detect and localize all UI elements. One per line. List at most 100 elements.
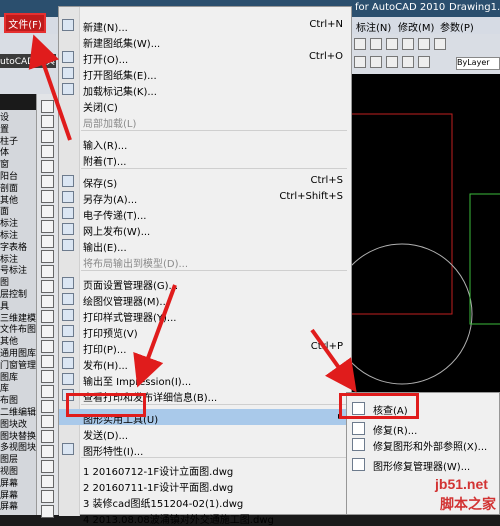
draw-tool-icon[interactable] [41,385,54,398]
draw-tool-icon[interactable] [41,220,54,233]
draw-tool-icon[interactable] [41,430,54,443]
file-menu-item[interactable]: 打开图纸集(E)... [59,65,351,82]
menu-item-label: 将布局输出到模型(D)... [83,259,189,270]
file-menu-item[interactable]: 保存(S) Ctrl+S [59,173,351,190]
file-menu-item[interactable]: 发布(H)... [59,355,351,372]
file-menu-item[interactable]: 2 20160711-1F设计平面图.dwg [59,477,351,494]
draw-tool-icon[interactable] [41,130,54,143]
submenu-item[interactable]: 修复图形和外部参照(X)... [347,435,499,453]
menu-separator [81,168,347,169]
file-menu-item[interactable]: 打印(P)... Ctrl+P [59,339,351,356]
draw-tool-icon[interactable] [41,460,54,473]
file-menu-item[interactable]: 输出至 Impression(I)... [59,371,351,388]
file-menu-item[interactable]: 页面设置管理器(G)... [59,275,351,292]
file-menu-item[interactable]: 电子传递(T)... [59,205,351,222]
bulb-icon[interactable] [370,56,382,68]
draw-tool-icon[interactable] [41,370,54,383]
bylayer-dropdown[interactable]: ByLayer [456,57,500,70]
plot-style-icon [62,309,74,321]
file-menu-item[interactable]: 附着(T)... [59,151,351,168]
menu-draw[interactable]: 标注(N) [356,19,391,34]
file-menu-item[interactable]: 绘图仪管理器(M)... [59,291,351,308]
menu-item-label: 保存(S) [83,179,118,190]
draw-tool-icon[interactable] [41,475,54,488]
workspace-text: utoCAD 经典 [0,57,55,67]
file-menu-item[interactable]: 3 装修cad图纸151204-02(1).dwg [59,493,351,510]
file-menu-item[interactable]: 网上发布(W)... [59,221,351,238]
toolbar-icon[interactable] [418,38,430,50]
etransmit-icon [62,207,74,219]
menu-item-label: 局部加载(L) [83,119,137,130]
menu-item-label: 网上发布(W)... [83,227,151,238]
file-menu-item: 将布局输出到模型(D)... [59,253,351,270]
menu-modify[interactable]: 参数(P) [440,19,474,34]
recovery-manager-icon [352,458,365,471]
file-menu-item[interactable]: 发送(D)... [59,425,351,442]
toolbar-icon[interactable] [386,38,398,50]
file-menu-item[interactable]: 新建图纸集(W)... [59,33,351,50]
draw-tool-icon[interactable] [41,265,54,278]
impression-icon [62,373,74,385]
menu-item-label: 2 20160711-1F设计平面图.dwg [83,483,234,494]
file-menu-item[interactable]: 打开(O)... Ctrl+O [59,49,351,66]
draw-tool-icon[interactable] [41,250,54,263]
toolbar-icon[interactable] [354,38,366,50]
file-menu-item[interactable]: 另存为(A)... Ctrl+Shift+S [59,189,351,206]
file-menu-item[interactable]: 4 2013.08.08波涌镇对外交通施工图.dwg [59,509,351,526]
file-menu-item[interactable]: 输入(R)... [59,135,351,152]
draw-tool-icon[interactable] [41,190,54,203]
draw-tool-icon[interactable] [41,235,54,248]
color-icon[interactable] [418,56,430,68]
watermark-domain: jb51.net [435,476,488,492]
draw-tool-icon[interactable] [41,355,54,368]
draw-tool-icon[interactable] [41,400,54,413]
file-menu-item[interactable]: 1 20160712-1F设计立面图.dwg [59,461,351,478]
draw-tool-icon[interactable] [41,340,54,353]
new-icon [62,19,74,31]
draw-tool-icon[interactable] [41,445,54,458]
draw-tool-icon[interactable] [41,415,54,428]
submenu-item[interactable]: 图形修复管理器(W)... [347,455,499,473]
watermark-name: 脚本之家 [440,496,496,512]
layer-icon[interactable] [354,56,366,68]
draw-tool-icon[interactable] [41,100,54,113]
menu-separator [81,270,347,271]
sun-icon[interactable] [386,56,398,68]
menu-separator [81,130,347,131]
bylayer-text: ByLayer [457,58,490,67]
draw-tool-icon[interactable] [41,175,54,188]
draw-tool-icon[interactable] [41,280,54,293]
draw-tool-icon[interactable] [41,145,54,158]
publish-web-icon [62,223,74,235]
draw-tool-icon[interactable] [41,205,54,218]
menu-item-label: 输出(E)... [83,243,127,254]
tool-palette: 设置柱子体窗阳台 剖面 其他面标注 标注 字表格 标注 号标注图层控制具三维建模 文件布图 其他… [0,110,36,515]
toolbar-icon[interactable] [434,38,446,50]
file-menu-item[interactable]: 打印预览(V) [59,323,351,340]
lock-icon[interactable] [402,56,414,68]
print-icon [62,341,74,353]
file-menu-item[interactable]: 新建(N)... Ctrl+N [59,17,351,34]
menu-item-label: 新建(N)... [83,23,128,34]
draw-tool-icon[interactable] [41,160,54,173]
file-menu-item[interactable]: 输出(E)... [59,237,351,254]
file-menu-item[interactable]: 加载标记集(K)... [59,81,351,98]
toolbar-icon[interactable] [402,38,414,50]
draw-tool-icon[interactable] [41,505,54,518]
draw-tool-icon[interactable] [41,115,54,128]
menu-item-label: 输出至 Impression(I)... [83,377,192,388]
draw-tool-icon[interactable] [41,325,54,338]
draw-tool-icon[interactable] [41,490,54,503]
file-menu-item[interactable]: 打印样式管理器(Y)... [59,307,351,324]
menu-annotate[interactable]: 修改(M) [398,19,434,34]
workspace-label[interactable]: utoCAD 经典 [0,54,56,68]
file-menu[interactable]: 文件(F) [4,13,46,33]
publish-icon [62,357,74,369]
palette-item[interactable]: 屏幕 [0,499,36,513]
menu-item-label: 发送(D)... [83,431,129,442]
draw-tool-icon[interactable] [41,295,54,308]
file-menu-item[interactable]: 关闭(C) [59,97,351,114]
toolbar-icon[interactable] [370,38,382,50]
draw-tool-icon[interactable] [41,310,54,323]
file-menu-item[interactable]: 图形特性(I)... [59,441,351,458]
